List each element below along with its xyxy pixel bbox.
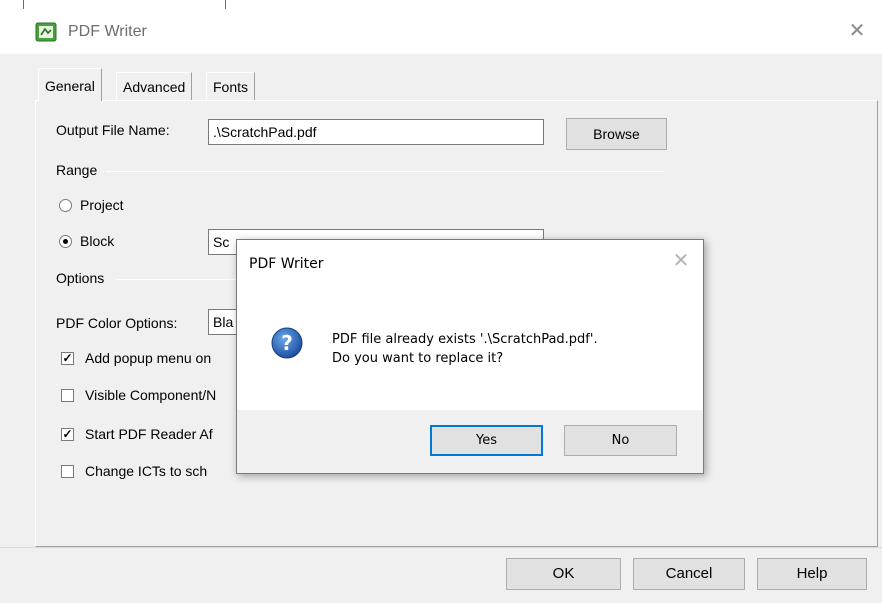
cancel-button[interactable]: Cancel (633, 558, 745, 590)
range-separator (106, 171, 664, 172)
project-radio[interactable] (59, 199, 72, 212)
block-radio[interactable] (59, 235, 72, 248)
modal-title: PDF Writer (249, 256, 324, 272)
options-separator (116, 279, 246, 280)
change-icts-checkbox[interactable] (61, 465, 74, 478)
no-button[interactable]: No (564, 425, 677, 456)
tab-advanced[interactable]: Advanced (116, 72, 193, 100)
background-strip (0, 0, 882, 10)
tab-general[interactable]: General (38, 68, 102, 101)
range-group-label: Range (56, 162, 98, 178)
visible-component-label[interactable]: Visible Component/N (85, 387, 216, 403)
pdf-writer-app-icon (35, 22, 57, 42)
yes-button[interactable]: Yes (430, 425, 543, 456)
options-group-label: Options (56, 270, 105, 286)
ok-button[interactable]: OK (506, 558, 621, 590)
button-bar (0, 547, 882, 603)
tab-fonts[interactable]: Fonts (206, 72, 256, 100)
change-icts-label[interactable]: Change ICTs to sch (85, 463, 207, 479)
visible-component-checkbox[interactable] (61, 389, 74, 402)
start-reader-checkbox[interactable]: ✓ (61, 428, 74, 441)
color-options-label: PDF Color Options: (56, 315, 178, 331)
popup-menu-label[interactable]: Add popup menu on (85, 350, 211, 366)
strip-mark (23, 0, 24, 9)
modal-message-line2: Do you want to replace it? (332, 351, 504, 366)
svg-text:?: ? (281, 331, 293, 355)
window-title: PDF Writer (68, 23, 147, 40)
strip-mark (225, 0, 226, 9)
output-file-label: Output File Name: (56, 122, 170, 138)
start-reader-label[interactable]: Start PDF Reader Af (85, 426, 213, 442)
modal-message-line1: PDF file already exists '.\ScratchPad.pd… (332, 332, 598, 347)
project-radio-label[interactable]: Project (80, 197, 124, 213)
help-button[interactable]: Help (757, 558, 867, 590)
modal-message: PDF file already exists '.\ScratchPad.pd… (332, 330, 598, 368)
block-radio-label[interactable]: Block (80, 233, 114, 249)
output-file-input[interactable]: .\ScratchPad.pdf (208, 119, 544, 145)
question-icon: ? (271, 327, 303, 359)
radio-selected-dot (63, 239, 68, 244)
close-icon[interactable]: ✕ (846, 20, 868, 42)
popup-menu-checkbox[interactable]: ✓ (61, 352, 74, 365)
modal-close-icon[interactable]: ✕ (669, 248, 693, 272)
browse-button[interactable]: Browse (566, 118, 667, 150)
replace-confirm-dialog: PDF Writer ✕ ? PDF file already exists '… (236, 239, 704, 474)
